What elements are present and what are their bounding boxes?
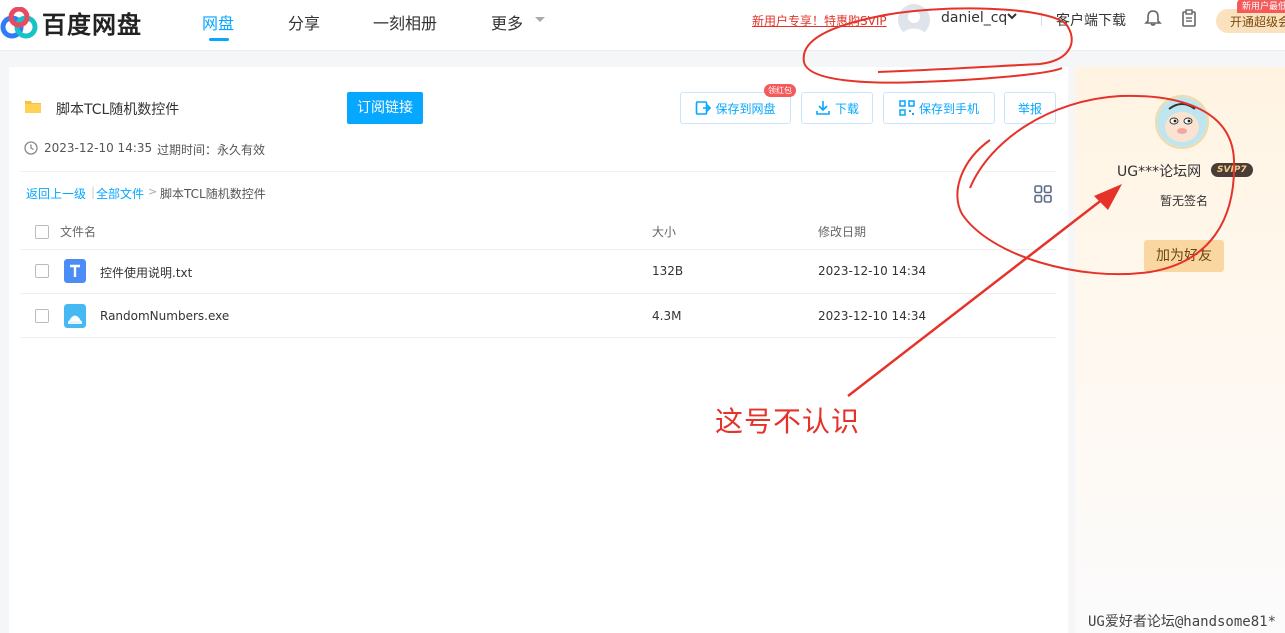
annotation-circle (956, 94, 1236, 276)
annotation-arrow-line (847, 191, 1113, 397)
watermark: UG爱好者论坛@handsome81* (1088, 614, 1277, 630)
annotation-text: 这号不认识 (715, 405, 861, 438)
annotation-arrowhead (1094, 184, 1122, 210)
annotation-scribble-top (802, 7, 1073, 84)
annotation-overlay (802, 7, 1236, 397)
